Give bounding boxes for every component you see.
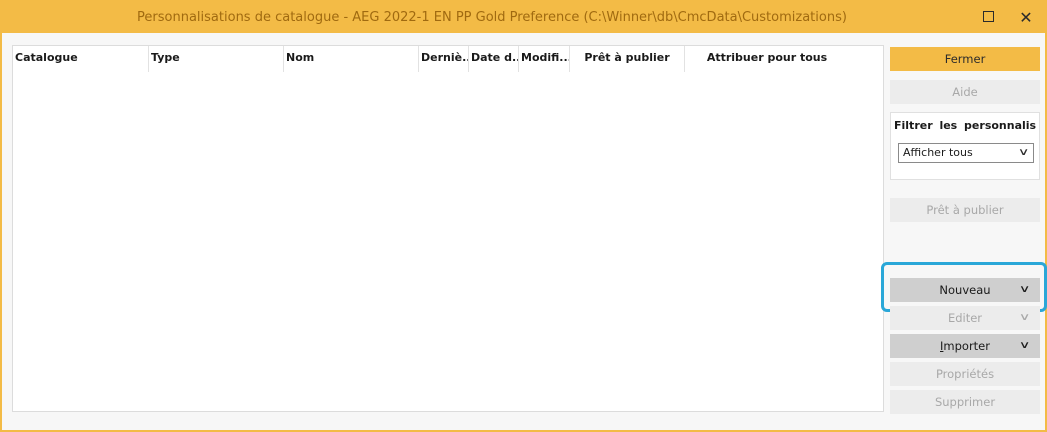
edit-button[interactable]: Editer ∨ xyxy=(890,306,1040,330)
chevron-down-icon: ∨ xyxy=(1017,147,1030,158)
customizations-grid[interactable]: Catalogue Type Nom Derniè... Date d... M… xyxy=(12,45,884,412)
column-header-attribuer-pour-tous[interactable]: Attribuer pour tous xyxy=(684,46,849,72)
column-header-nom[interactable]: Nom xyxy=(283,46,418,72)
maximize-button[interactable] xyxy=(968,2,1008,33)
new-button[interactable]: Nouveau ∨ xyxy=(890,278,1040,302)
column-header-modifie[interactable]: Modifi... xyxy=(518,46,569,72)
chevron-down-icon: ∨ xyxy=(1018,284,1031,295)
column-header-derniere[interactable]: Derniè... xyxy=(418,46,468,72)
maximize-icon xyxy=(982,11,994,22)
filter-panel: Filtrer les personnalisati... Afficher t… xyxy=(890,112,1040,180)
import-button-label-rest: mporter xyxy=(943,339,990,353)
new-button-label: Nouveau xyxy=(939,283,991,297)
window-title: Personnalisations de catalogue - AEG 202… xyxy=(137,10,847,25)
grid-header: Catalogue Type Nom Derniè... Date d... M… xyxy=(13,46,883,72)
chevron-down-icon: ∨ xyxy=(1018,312,1031,323)
close-icon: ✕ xyxy=(1019,8,1033,27)
chevron-down-icon: ∨ xyxy=(1018,340,1031,351)
column-header-pret-a-publier[interactable]: Prêt à publier xyxy=(569,46,684,72)
close-button[interactable]: Fermer xyxy=(890,47,1040,71)
column-header-type[interactable]: Type xyxy=(148,46,283,72)
import-button[interactable]: Importer ∨ xyxy=(890,334,1040,358)
filter-dropdown[interactable]: Afficher tous ∨ xyxy=(898,143,1034,163)
close-window-button[interactable]: ✕ xyxy=(1006,2,1046,33)
filter-label: Filtrer les personnalisati... xyxy=(894,119,1036,132)
properties-button[interactable]: Propriétés xyxy=(890,362,1040,386)
filter-selected-value: Afficher tous xyxy=(903,146,973,159)
ready-to-publish-button[interactable]: Prêt à publier xyxy=(890,198,1040,222)
delete-button[interactable]: Supprimer xyxy=(890,390,1040,414)
column-header-catalogue[interactable]: Catalogue xyxy=(13,46,148,72)
edit-button-label: Editer xyxy=(947,311,983,325)
import-button-label: Importer xyxy=(940,339,990,353)
column-header-date[interactable]: Date d... xyxy=(468,46,518,72)
help-button[interactable]: Aide xyxy=(890,80,1040,104)
title-bar[interactable]: Personnalisations de catalogue - AEG 202… xyxy=(2,2,1045,33)
